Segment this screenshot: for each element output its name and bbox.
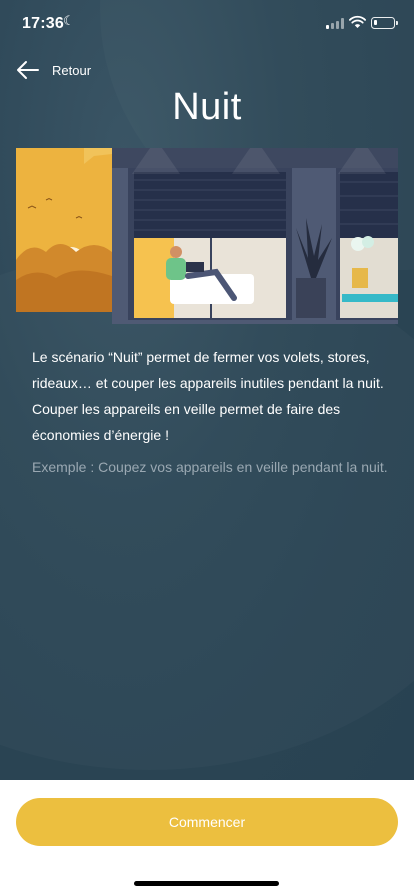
back-button[interactable]: Retour [16,58,91,82]
start-button[interactable]: Commencer [16,798,398,846]
scenario-screen: 17:36 ☾ Retour Nuit Le scénario “Nuit” p… [0,0,414,780]
status-time: 17:36 [22,15,64,32]
status-bar: 17:36 ☾ [0,0,414,48]
night-scene-illustration [16,148,398,324]
moon-icon: ☾ [63,13,75,28]
wifi-icon [349,15,366,28]
cellular-signal-icon [326,18,344,29]
background-swoosh [0,250,414,770]
scenario-description: Le scénario “Nuit” permet de fermer vos … [32,349,384,443]
back-label: Retour [52,62,92,78]
scenario-example: Exemple : Coupez vos appareils en veille… [32,459,388,475]
home-indicator[interactable] [134,881,279,886]
page-title: Nuit [172,86,242,128]
battery-icon [371,17,398,29]
arrow-left-icon [17,61,39,79]
